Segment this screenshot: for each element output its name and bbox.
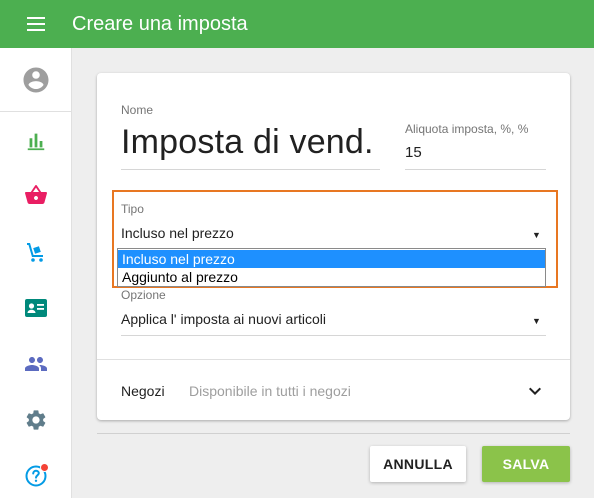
rate-field-underline: [405, 169, 546, 170]
account-circle-icon: [23, 67, 49, 93]
people-icon: [25, 357, 47, 371]
contact-card-icon: [25, 299, 47, 317]
notification-dot: [40, 463, 49, 472]
name-field[interactable]: Imposta di vend.: [121, 123, 374, 162]
sidebar-item-help[interactable]: [0, 452, 72, 498]
menu-button[interactable]: [0, 0, 72, 48]
type-option-added[interactable]: Aggiunto al prezzo: [118, 268, 545, 286]
sidebar-divider: [0, 111, 72, 112]
type-dropdown-arrow-icon[interactable]: ▼: [532, 230, 541, 240]
save-button[interactable]: SALVA: [482, 446, 570, 482]
type-option-included[interactable]: Incluso nel prezzo: [118, 250, 545, 268]
rate-field[interactable]: 15: [405, 144, 422, 161]
sidebar-item-employees[interactable]: [0, 284, 72, 332]
option-dropdown-arrow-icon[interactable]: ▼: [532, 316, 541, 326]
sidebar-item-account[interactable]: [0, 56, 72, 104]
name-field-underline: [121, 169, 380, 170]
hamburger-menu-icon: [27, 17, 45, 31]
gear-icon: [26, 410, 46, 430]
sidebar-item-inventory[interactable]: [0, 228, 72, 276]
rate-label: Aliquota imposta, %, %: [405, 122, 529, 136]
type-label: Tipo: [121, 202, 144, 216]
sidebar-item-reports[interactable]: [0, 117, 72, 165]
stores-value: Disponibile in tutti i negozi: [189, 383, 351, 399]
type-select[interactable]: Incluso nel prezzo: [121, 225, 234, 241]
actions-divider: [97, 433, 570, 434]
option-label: Opzione: [121, 288, 166, 302]
bar-chart-icon: [27, 133, 45, 151]
type-dropdown-list: Incluso nel prezzo Aggiunto al prezzo: [117, 248, 546, 287]
cancel-button[interactable]: ANNULLA: [370, 446, 466, 482]
sidebar-item-settings[interactable]: [0, 396, 72, 444]
sidebar: [0, 48, 72, 498]
page-title: Creare una imposta: [72, 12, 248, 35]
tax-form-card: Nome Imposta di vend. Aliquota imposta, …: [97, 73, 570, 420]
option-field-underline: [121, 335, 546, 336]
shopping-basket-icon: [25, 184, 47, 204]
sidebar-item-sales[interactable]: [0, 171, 72, 219]
option-select[interactable]: Applica l' imposta ai nuovi articoli: [121, 311, 326, 327]
app-bar: Creare una imposta: [0, 0, 594, 48]
chevron-down-icon: [529, 387, 541, 395]
stores-label: Negozi: [121, 383, 165, 399]
stores-expand-button[interactable]: [523, 379, 547, 403]
sidebar-item-customers[interactable]: [0, 340, 72, 388]
name-label: Nome: [121, 103, 154, 117]
inventory-cart-icon: [27, 243, 43, 262]
card-divider: [97, 359, 570, 360]
